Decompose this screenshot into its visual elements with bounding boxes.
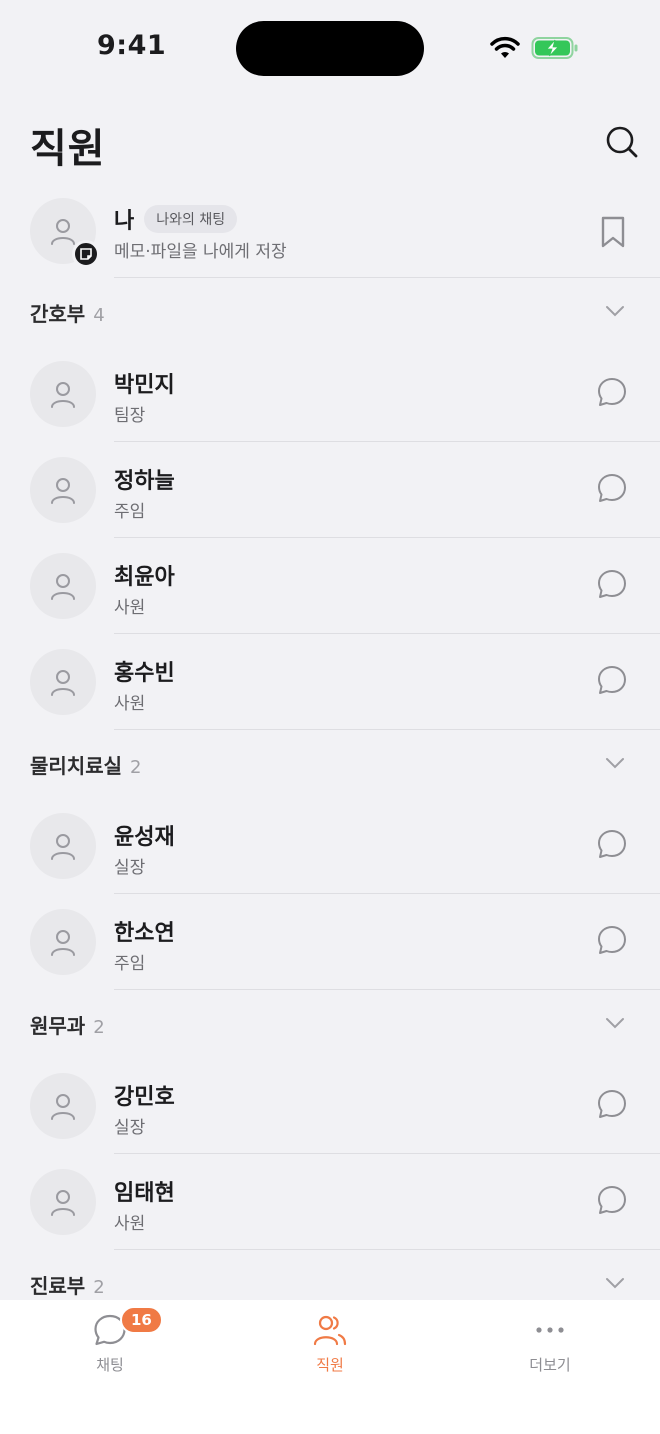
person-name: 정하늘 <box>114 469 175 494</box>
list-item[interactable]: 정하늘 주임 <box>0 442 660 538</box>
person-role: 사원 <box>114 1214 146 1234</box>
chat-bubble-icon[interactable] <box>596 568 628 600</box>
list-item[interactable]: 윤성재 실장 <box>0 798 660 894</box>
people-icon <box>313 1315 347 1346</box>
list-item[interactable]: 홍수빈 사원 <box>0 634 660 730</box>
status-bar: 9:41 <box>0 0 660 96</box>
memo-badge <box>72 240 100 268</box>
person-role: 주임 <box>114 502 146 522</box>
group-count: 2 <box>93 1017 105 1038</box>
group-title: 진료부 <box>30 1274 86 1298</box>
chat-bubble-icon[interactable] <box>596 1088 628 1120</box>
group-count: 2 <box>93 1277 105 1298</box>
list-item[interactable]: 박민지 팀장 <box>0 346 660 442</box>
chevron-down-icon[interactable] <box>604 1272 626 1294</box>
person-icon <box>51 382 75 408</box>
avatar <box>30 361 96 427</box>
person-role: 사원 <box>114 598 146 618</box>
page-title: 직원 <box>30 126 106 172</box>
wifi-icon <box>490 36 520 58</box>
more-dots-icon <box>536 1327 564 1333</box>
list-item[interactable]: 임태현 사원 <box>0 1154 660 1250</box>
dynamic-island <box>236 21 424 76</box>
person-icon <box>51 834 75 860</box>
tab-label: 더보기 <box>529 1356 571 1374</box>
person-role: 실장 <box>114 1118 146 1138</box>
person-icon <box>51 1190 75 1216</box>
person-icon <box>51 670 75 696</box>
person-name: 홍수빈 <box>114 661 175 686</box>
person-role: 팀장 <box>114 406 146 426</box>
tab-staff[interactable]: 직원 <box>270 1310 390 1380</box>
person-icon <box>51 574 75 600</box>
chat-bubble-icon[interactable] <box>596 664 628 696</box>
tab-icon-wrap: 16 <box>92 1306 163 1350</box>
list-item[interactable]: 한소연 주임 <box>0 894 660 990</box>
group-count: 2 <box>130 757 142 778</box>
chevron-down-icon[interactable] <box>604 1012 626 1034</box>
status-time: 9:41 <box>97 30 167 61</box>
avatar <box>30 1169 96 1235</box>
group-title: 간호부 <box>30 302 86 326</box>
bookmark-icon[interactable] <box>598 214 628 250</box>
avatar <box>30 813 96 879</box>
group-header-admin[interactable]: 원무과 2 <box>0 990 660 1058</box>
chat-bubble-icon[interactable] <box>596 472 628 504</box>
staff-list: 나 나와의 채팅 메모·파일을 나에게 저장 간호부 4 박민지 팀장 정하늘 주… <box>0 190 660 1318</box>
tab-bar: 16 채팅 직원 더보기 <box>0 1300 660 1434</box>
chevron-down-icon[interactable] <box>604 300 626 322</box>
person-name: 강민호 <box>114 1085 175 1110</box>
person-role: 주임 <box>114 954 146 974</box>
avatar <box>30 457 96 523</box>
avatar <box>30 553 96 619</box>
group-title: 원무과 <box>30 1014 86 1038</box>
person-icon <box>51 930 75 956</box>
group-count: 4 <box>93 305 105 326</box>
person-name: 한소연 <box>114 921 175 946</box>
tab-label: 채팅 <box>96 1356 124 1374</box>
group-header-nursing[interactable]: 간호부 4 <box>0 278 660 346</box>
tab-label: 직원 <box>316 1356 344 1374</box>
chat-bubble-icon[interactable] <box>596 828 628 860</box>
group-name: 물리치료실 2 <box>30 750 141 779</box>
group-header-physical-therapy[interactable]: 물리치료실 2 <box>0 730 660 798</box>
person-name: 최윤아 <box>114 565 175 590</box>
chat-bubble-icon[interactable] <box>596 1184 628 1216</box>
tab-chat[interactable]: 16 채팅 <box>50 1306 170 1380</box>
avatar <box>30 1073 96 1139</box>
person-icon <box>51 478 75 504</box>
chat-bubble-icon[interactable] <box>596 924 628 956</box>
list-item[interactable]: 강민호 실장 <box>0 1058 660 1154</box>
tab-icon-wrap <box>312 1310 348 1350</box>
memo-icon <box>80 248 92 260</box>
battery-charging-icon <box>531 37 578 59</box>
person-role: 실장 <box>114 858 146 878</box>
chevron-down-icon[interactable] <box>604 752 626 774</box>
person-icon <box>51 1094 75 1120</box>
chat-bubble-icon[interactable] <box>596 376 628 408</box>
group-title: 물리치료실 <box>30 754 122 778</box>
my-chat-row[interactable]: 나 나와의 채팅 메모·파일을 나에게 저장 <box>0 190 660 278</box>
my-chat-tag: 나와의 채팅 <box>144 205 238 233</box>
list-item[interactable]: 최윤아 사원 <box>0 538 660 634</box>
tab-more[interactable]: 더보기 <box>490 1310 610 1380</box>
avatar <box>30 909 96 975</box>
unread-badge: 16 <box>120 1306 163 1334</box>
search-icon[interactable] <box>602 122 642 162</box>
person-role: 사원 <box>114 694 146 714</box>
group-name: 원무과 2 <box>30 1010 105 1039</box>
my-chat-subtitle: 메모·파일을 나에게 저장 <box>114 242 287 262</box>
group-name: 진료부 2 <box>30 1270 105 1299</box>
group-name: 간호부 4 <box>30 298 105 327</box>
avatar <box>30 649 96 715</box>
tab-icon-wrap <box>532 1310 568 1350</box>
person-name: 박민지 <box>114 373 175 398</box>
my-name: 나 <box>114 209 135 234</box>
person-name: 윤성재 <box>114 825 175 850</box>
person-icon <box>51 219 75 245</box>
avatar <box>30 198 100 268</box>
person-name: 임태현 <box>114 1181 175 1206</box>
